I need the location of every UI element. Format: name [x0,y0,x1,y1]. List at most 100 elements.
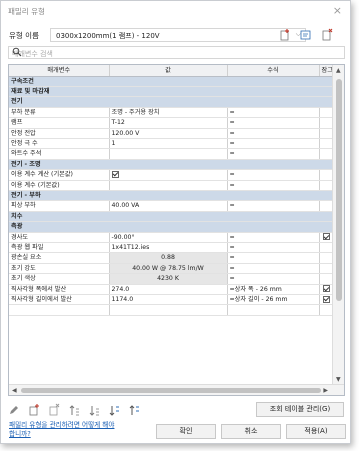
parameter-value[interactable]: 40.00 VA [109,200,228,212]
parameter-formula[interactable]: = [227,273,320,285]
parameter-lock[interactable] [319,232,334,244]
column-header[interactable]: 잠그 [319,65,334,77]
group-label[interactable]: 구속조건 [9,76,333,87]
move-up-icon[interactable] [68,403,80,417]
delete-parameter-icon[interactable] [48,403,60,417]
column-header[interactable]: 값 [109,65,228,77]
type-name-select[interactable]: 0300x1200mm(1 램프) - 120V ⌵ [50,28,306,42]
close-icon[interactable]: × [333,4,342,18]
cancel-button[interactable]: 취소 [221,424,281,439]
parameter-value[interactable]: 40.00 W @ 78.75 lm/W [109,263,228,275]
parameter-lock[interactable] [319,304,334,316]
lock-checkbox[interactable] [322,233,330,241]
horizontal-scrollbar[interactable]: ◀ ▶ [9,384,344,395]
parameter-formula[interactable]: = [227,242,320,254]
parameter-name: 광손실 요소 [9,252,110,264]
scroll-left-icon[interactable]: ◀ [12,387,17,394]
parameter-value[interactable]: 120.00 V [109,128,228,139]
parameter-name: 안정 전압 [9,128,110,139]
column-header[interactable]: 매개변수 [9,65,110,77]
parameter-value[interactable]: 274.0 [109,284,228,296]
parameter-name: 피상 부하 [9,200,110,212]
manage-lookup-tables-button[interactable]: 조회 테이블 관리(G) [256,402,344,417]
ok-button[interactable]: 확인 [156,424,216,439]
parameter-value[interactable]: -90.00° [109,232,228,244]
parameter-formula[interactable]: = [227,107,320,119]
lock-checkbox[interactable] [322,295,330,303]
parameter-lock[interactable] [319,252,334,264]
parameter-lock[interactable] [319,263,334,275]
parameter-row: 초기 강도 40.00 W @ 78.75 lm/W = [9,263,334,275]
parameter-lock[interactable] [319,117,334,129]
parameter-value[interactable] [109,180,228,191]
parameter-formula[interactable]: =상자 길이 - 26 mm [227,294,320,306]
scroll-down-icon[interactable]: ▼ [336,376,341,383]
lock-checkbox[interactable] [322,285,330,293]
parameter-lock[interactable] [319,273,334,285]
parameter-lock[interactable] [319,200,334,212]
column-header[interactable]: 수식 [227,65,320,77]
parameter-lock[interactable] [319,284,334,296]
group-row: 전기 - 부하 [9,190,333,202]
parameter-grid: 매개변수 값 수식 잠그 구속조건 재료 및 마감재 전기 부하 분류 조명 - 주거용… [8,64,345,396]
parameter-value[interactable]: 1174.0 [109,294,228,306]
group-label[interactable]: 전기 [9,96,333,108]
parameter-value[interactable]: T-12 [109,117,228,129]
parameter-value[interactable]: 4230 K [109,273,228,285]
parameter-value[interactable] [109,304,228,316]
parameter-value[interactable] [109,169,228,181]
parameter-formula[interactable]: = [227,117,320,129]
parameter-formula[interactable]: = [227,263,320,275]
scroll-right-icon[interactable]: ▶ [323,387,328,394]
delete-type-icon[interactable] [320,28,334,42]
parameter-lock[interactable] [319,148,334,160]
checkbox[interactable] [111,170,119,178]
parameter-lock[interactable] [319,169,334,181]
parameter-formula[interactable]: = [227,138,320,150]
new-parameter-icon[interactable] [28,403,40,417]
group-label[interactable]: 전기 - 조명 [9,159,333,171]
sort-descending-icon[interactable] [128,403,140,417]
parameter-formula[interactable]: = [227,232,320,244]
vertical-scrollbar[interactable]: ▲ ▼ [332,65,344,385]
parameter-formula[interactable]: = [227,200,320,212]
parameter-value[interactable]: 조명 - 주거용 장치 [109,107,228,119]
parameter-value[interactable]: 1x41T12.ies [109,242,228,254]
parameter-row: 안정 극 수 1 = [9,138,334,150]
parameter-value[interactable]: 1 [109,138,228,150]
parameter-name: 초기 색상 [9,273,110,285]
help-link[interactable]: 패밀리 유형을 관리하려면 어떻게 해야 합니까? [9,421,121,438]
sort-ascending-icon[interactable] [108,403,120,417]
parameter-formula[interactable]: = [227,180,320,191]
group-label[interactable]: 치수 [9,211,333,223]
parameter-formula[interactable]: =상자 폭 - 26 mm [227,284,320,296]
group-label[interactable]: 재료 및 마감재 [9,86,333,98]
parameter-value[interactable] [109,148,228,160]
parameter-value[interactable]: 0.88 [109,252,228,264]
group-label[interactable]: 측광 [9,221,333,233]
parameter-lock[interactable] [319,128,334,139]
group-label[interactable]: 전기 - 부하 [9,190,333,202]
parameter-lock[interactable] [319,242,334,254]
parameter-lock[interactable] [319,180,334,191]
scroll-thumb-horizontal[interactable] [21,388,321,393]
edit-parameter-icon[interactable] [8,403,20,417]
parameter-lock[interactable] [319,138,334,150]
parameter-lock[interactable] [319,294,334,306]
parameter-formula[interactable]: = [227,128,320,139]
parameter-row: 와트수 주석 = [9,148,334,160]
parameter-formula[interactable]: = [227,252,320,264]
parameter-row: 부하 분류 조명 - 주거용 장치 = [9,107,334,119]
scroll-up-icon[interactable]: ▲ [336,67,341,74]
parameter-formula[interactable]: = [227,148,320,160]
scroll-thumb[interactable] [336,79,342,301]
family-types-dialog: 패밀리 유형 × 유형 이름 0300x1200mm(1 램프) - 120V … [0,0,351,444]
new-type-icon[interactable] [278,28,292,42]
parameter-search-input[interactable]: 매개변수 검색 [8,46,345,59]
move-down-icon[interactable] [88,403,100,417]
rename-type-icon[interactable] [299,28,313,42]
parameter-lock[interactable] [319,107,334,119]
apply-button[interactable]: 적용(A) [286,424,346,439]
parameter-formula[interactable] [227,304,320,316]
parameter-formula[interactable]: = [227,169,320,181]
